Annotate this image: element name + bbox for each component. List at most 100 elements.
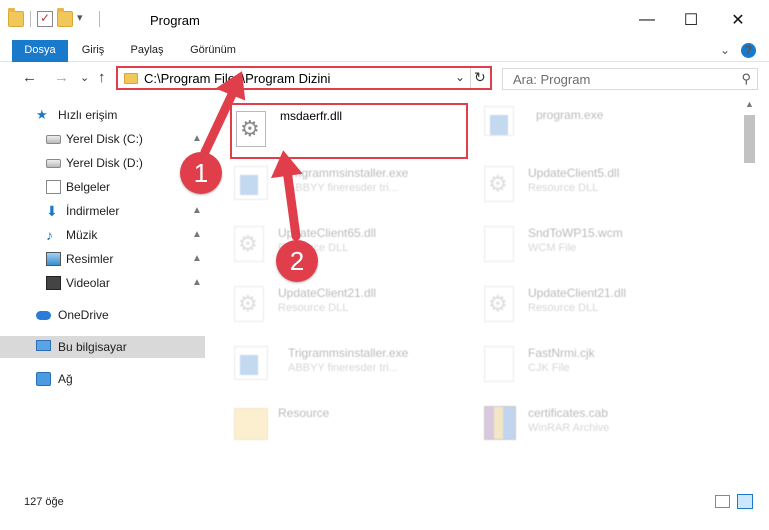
vertical-scrollbar[interactable]: ▲ (741, 98, 758, 490)
help-icon[interactable]: ? (741, 43, 756, 58)
tab-view[interactable]: Görünüm (182, 40, 244, 62)
tab-file[interactable]: Dosya (12, 40, 68, 62)
file-item[interactable]: UpdateClient21.dll Resource DLL (480, 280, 720, 330)
status-bar: 127 öğe (0, 490, 769, 530)
close-button[interactable]: ✕ (715, 0, 761, 40)
search-box[interactable]: Ara: Program ⚲ (502, 68, 758, 90)
new-folder-icon[interactable] (57, 8, 73, 27)
dll-icon (234, 286, 264, 322)
scroll-thumb[interactable] (744, 115, 755, 163)
dll-icon (234, 226, 264, 262)
file-type: ABBYY fineresder tri... (288, 182, 398, 194)
file-name: UpdateClient65.dll (278, 226, 377, 240)
exe-icon (484, 106, 514, 136)
file-name: msdaerfr.dll (280, 109, 343, 123)
up-button[interactable]: ↑ (98, 69, 106, 86)
file-item[interactable]: UpdateClient5.dll Resource DLL (480, 160, 720, 210)
file-item[interactable]: program.exe (480, 100, 720, 150)
text-file-icon (484, 226, 514, 262)
network-icon (36, 372, 51, 386)
address-divider (470, 68, 471, 88)
pin-icon[interactable]: ▲ (192, 277, 202, 288)
expand-ribbon-icon[interactable]: ⌄ (720, 43, 730, 57)
address-path[interactable]: C:\Program Files\Program Dizini (144, 71, 330, 86)
sidebar-item-onedrive[interactable]: OneDrive (0, 304, 205, 326)
sidebar-item-this-pc[interactable]: Bu bilgisayar (0, 336, 205, 358)
sidebar-item-disk-c[interactable]: Yerel Disk (C:) ▲ (0, 128, 205, 150)
file-type: ABBYY fineresder tri... (288, 362, 398, 374)
sidebar-item-documents[interactable]: Belgeler (0, 176, 205, 198)
sidebar-item-quick-access[interactable]: ★ Hızlı erişim (0, 104, 205, 126)
file-item-msdaerfr[interactable]: msdaerfr.dll (230, 103, 468, 159)
pin-icon[interactable]: ▲ (192, 229, 202, 240)
forward-button[interactable]: → (54, 69, 69, 86)
scroll-up-icon[interactable]: ▲ (745, 99, 754, 109)
file-name: FastNrmi.cjk (528, 346, 595, 360)
quick-access-toolbar: ▾ (8, 8, 102, 27)
dll-icon (484, 286, 514, 322)
sidebar-item-downloads[interactable]: ⬇ İndirmeler ▲ (0, 200, 205, 222)
sidebar-item-label: Videolar (66, 276, 110, 290)
file-item[interactable]: SndToWP15.wcm WCM File (480, 220, 720, 270)
document-icon (46, 180, 61, 194)
maximize-button[interactable]: ☐ (668, 0, 714, 40)
file-name: program.exe (536, 108, 604, 122)
file-item[interactable]: Resource (230, 400, 470, 450)
pin-icon[interactable]: ▲ (192, 133, 202, 144)
text-file-icon (484, 346, 514, 382)
archive-icon (484, 406, 516, 440)
back-button[interactable]: ← (22, 69, 37, 86)
tab-home[interactable]: Giriş (72, 40, 114, 62)
customize-toolbar-icon[interactable]: ▾ (77, 11, 93, 27)
sidebar-item-network[interactable]: Ağ (0, 368, 205, 390)
properties-icon[interactable] (37, 11, 53, 27)
file-type: Resource DLL (528, 182, 599, 194)
sidebar-item-label: Resimler (66, 252, 114, 266)
file-name: Trigrammsinstaller.exe (288, 346, 409, 360)
toolbar-divider (30, 11, 31, 27)
dll-icon (236, 111, 266, 147)
refresh-icon[interactable]: ↻ (474, 69, 486, 86)
sidebar-item-label: İndirmeler (66, 204, 120, 218)
file-item[interactable]: Trigrammsinstaller.exe ABBYY fineresder … (230, 160, 470, 210)
address-row: ← → ⌄ ↑ C:\Program Files\Program Dizini … (0, 62, 769, 94)
window-title: Program (150, 13, 200, 28)
file-name: UpdateClient21.dll (528, 286, 627, 300)
address-bar[interactable]: C:\Program Files\Program Dizini ⌄ ↻ (116, 66, 492, 90)
step-2-callout: 2 (276, 240, 318, 282)
search-placeholder[interactable]: Ara: Program (513, 72, 590, 87)
sidebar-item-disk-d[interactable]: Yerel Disk (D:) (0, 152, 205, 174)
pin-icon[interactable]: ▲ (192, 253, 202, 264)
drive-icon (46, 135, 61, 144)
sidebar-item-videos[interactable]: Videolar ▲ (0, 272, 205, 294)
exe-icon (234, 346, 268, 380)
file-name: certificates.cab (528, 406, 609, 420)
step-1-callout: 1 (180, 152, 222, 194)
tab-share[interactable]: Paylaş (122, 40, 172, 62)
folder-icon[interactable] (8, 8, 24, 27)
large-icons-view-icon[interactable] (737, 494, 753, 509)
file-item[interactable]: certificates.cab WinRAR Archive (480, 400, 720, 450)
file-item[interactable]: FastNrmi.cjk CJK File (480, 340, 720, 390)
file-item[interactable]: UpdateClient21.dll Resource DLL (230, 280, 470, 330)
file-name: UpdateClient21.dll (278, 286, 377, 300)
sidebar-item-label: Ağ (58, 372, 73, 386)
pin-icon[interactable]: ▲ (192, 205, 202, 216)
details-view-icon[interactable] (715, 495, 730, 508)
minimize-button[interactable]: — (624, 0, 670, 40)
file-type: Resource DLL (528, 302, 599, 314)
address-dropdown-icon[interactable]: ⌄ (455, 70, 465, 84)
file-item[interactable]: Trigrammsinstaller.exe ABBYY fineresder … (230, 340, 470, 390)
folder-icon (234, 408, 268, 440)
sidebar-item-pictures[interactable]: Resimler ▲ (0, 248, 205, 270)
file-type: WinRAR Archive (528, 422, 610, 434)
file-type: CJK File (528, 362, 570, 374)
sidebar-item-label: Yerel Disk (D:) (66, 156, 143, 170)
item-count: 127 öğe (24, 496, 64, 508)
file-item[interactable]: UpdateClient65.dll Resource DLL (230, 220, 470, 270)
drive-icon (46, 159, 61, 168)
sidebar-item-music[interactable]: ♪ Müzik ▲ (0, 224, 205, 246)
recent-locations-button[interactable]: ⌄ (80, 71, 89, 84)
sidebar-item-label: Belgeler (66, 180, 111, 194)
videos-icon (46, 276, 61, 290)
